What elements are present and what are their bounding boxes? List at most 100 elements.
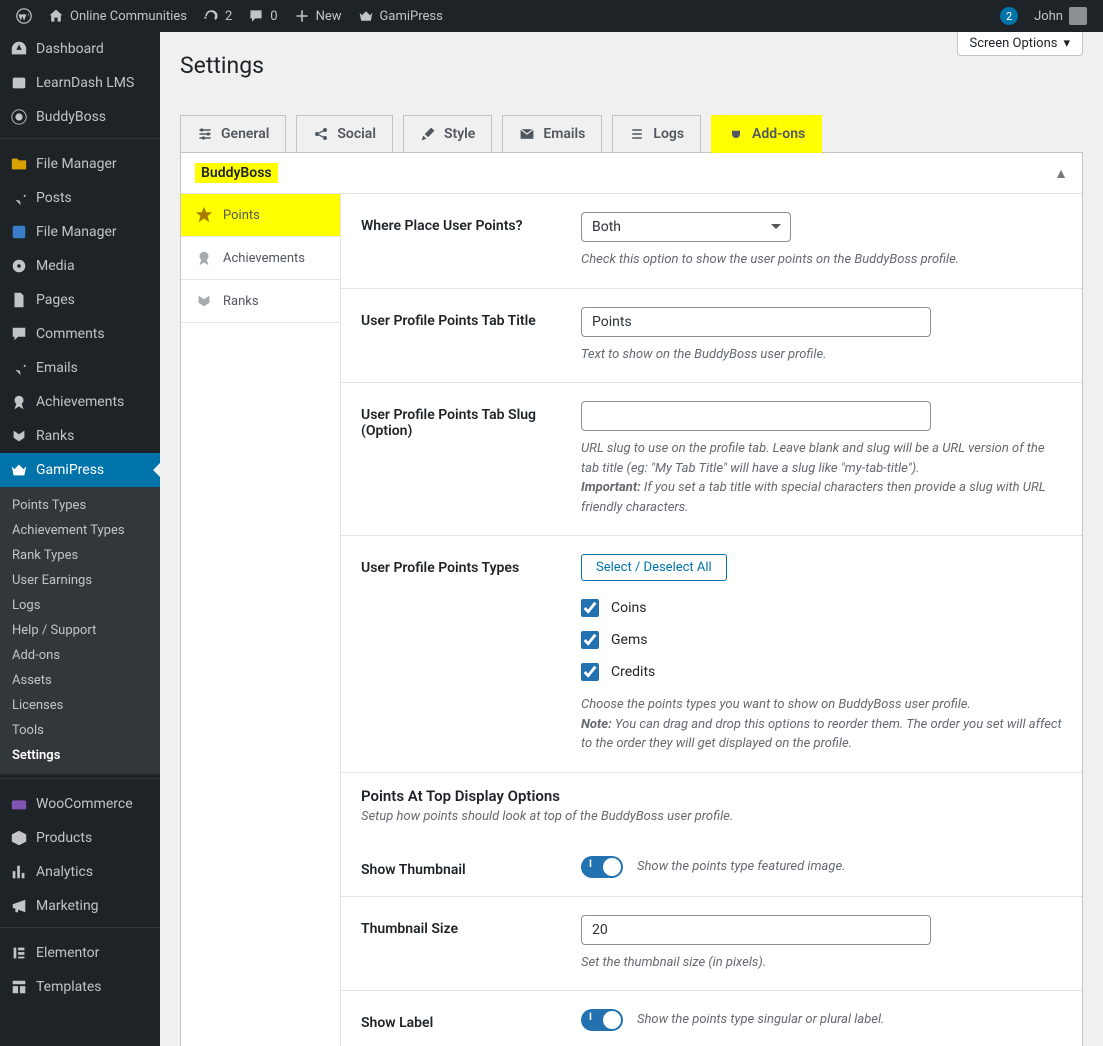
sliders-icon [197, 126, 213, 142]
select-deselect-all-button[interactable]: Select / Deselect All [581, 554, 727, 581]
star-icon [195, 206, 213, 224]
gamipress-link[interactable]: GamiPress [350, 0, 451, 32]
menu-emails[interactable]: Emails [0, 351, 160, 385]
input-thumbnail-size[interactable] [581, 915, 931, 945]
megaphone-icon [10, 897, 28, 915]
submenu-help[interactable]: Help / Support [0, 618, 160, 643]
submenu-achievement-types[interactable]: Achievement Types [0, 518, 160, 543]
pin-icon [10, 359, 28, 377]
checkbox-row-credits[interactable]: Credits [581, 663, 1062, 681]
input-tab-title[interactable] [581, 307, 931, 337]
brush-icon [420, 126, 436, 142]
share-icon [313, 126, 329, 142]
elementor-icon [10, 944, 28, 962]
wp-logo[interactable] [8, 0, 40, 32]
menu-media[interactable]: Media [0, 249, 160, 283]
submenu-logs[interactable]: Logs [0, 593, 160, 618]
collapse-icon: ▲ [1054, 165, 1068, 182]
page-title: Settings [180, 32, 1083, 95]
panel-title: BuddyBoss [195, 163, 278, 183]
submenu-addons[interactable]: Add-ons [0, 643, 160, 668]
updates-link[interactable]: 2 [195, 0, 240, 32]
home-icon [48, 8, 64, 24]
tab-social[interactable]: Social [296, 115, 393, 153]
label-tab-slug: User Profile Points Tab Slug (Option) [361, 401, 561, 517]
menu-woocommerce[interactable]: WooCommerce [0, 787, 160, 821]
settings-tabs: General Social Style Emails Logs Add-ons [180, 115, 1083, 153]
rank-icon [10, 427, 28, 445]
templates-icon [10, 978, 28, 996]
checkbox-coins[interactable] [581, 599, 599, 617]
menu-marketing[interactable]: Marketing [0, 889, 160, 923]
avatar [1069, 7, 1087, 25]
sidetab-achievements[interactable]: Achievements [181, 237, 340, 280]
submenu-points-types[interactable]: Points Types [0, 493, 160, 518]
desc-points-types: Choose the points types you want to show… [581, 695, 1062, 754]
menu-elementor[interactable]: Elementor [0, 936, 160, 970]
site-link[interactable]: Online Communities [40, 0, 195, 32]
menu-buddyboss[interactable]: BuddyBoss [0, 100, 160, 134]
checkbox-row-coins[interactable]: Coins [581, 599, 1062, 617]
menu-products[interactable]: Products [0, 821, 160, 855]
user-menu[interactable]: John [1026, 0, 1095, 32]
label-thumbnail-size: Thumbnail Size [361, 915, 561, 973]
pin-icon [10, 189, 28, 207]
medal-icon [10, 393, 28, 411]
toggle-show-thumbnail[interactable] [581, 856, 623, 878]
desc-tab-title: Text to show on the BuddyBoss user profi… [581, 345, 1062, 365]
gamipress-submenu: Points Types Achievement Types Rank Type… [0, 487, 160, 774]
menu-filemanager[interactable]: File Manager [0, 147, 160, 181]
tab-addons[interactable]: Add-ons [711, 115, 822, 153]
label-show-thumbnail: Show Thumbnail [361, 856, 561, 878]
main-content: Screen Options▾ Settings General Social … [160, 32, 1103, 1046]
learndash-icon [10, 74, 28, 92]
notifications[interactable]: 2 [992, 0, 1026, 32]
menu-learndash[interactable]: LearnDash LMS [0, 66, 160, 100]
sidetab-points[interactable]: Points [181, 194, 340, 237]
menu-gamipress[interactable]: GamiPress [0, 453, 160, 487]
panel-header[interactable]: BuddyBoss ▲ [181, 153, 1082, 194]
checkbox-gems[interactable] [581, 631, 599, 649]
submenu-rank-types[interactable]: Rank Types [0, 543, 160, 568]
chart-icon [10, 863, 28, 881]
tab-style[interactable]: Style [403, 115, 492, 153]
submenu-user-earnings[interactable]: User Earnings [0, 568, 160, 593]
side-tabs: Points Achievements Ranks [181, 194, 341, 1046]
plus-icon [294, 8, 310, 24]
menu-pages[interactable]: Pages [0, 283, 160, 317]
input-tab-slug[interactable] [581, 401, 931, 431]
screen-options-toggle[interactable]: Screen Options▾ [957, 32, 1084, 56]
menu-ranks[interactable]: Ranks [0, 419, 160, 453]
new-link[interactable]: New [286, 0, 350, 32]
fields-area: Where Place User Points? Both Check this… [341, 194, 1082, 1046]
desc-show-thumbnail: Show the points type featured image. [637, 857, 846, 877]
tab-general[interactable]: General [180, 115, 286, 153]
submenu-licenses[interactable]: Licenses [0, 693, 160, 718]
wordpress-icon [16, 8, 32, 24]
submenu-assets[interactable]: Assets [0, 668, 160, 693]
select-place-points[interactable]: Both [581, 212, 791, 242]
admin-bar: Online Communities 2 0 New GamiPress 2 J… [0, 0, 1103, 32]
menu-posts[interactable]: Posts [0, 181, 160, 215]
comments-link[interactable]: 0 [240, 0, 285, 32]
checkbox-row-gems[interactable]: Gems [581, 631, 1062, 649]
menu-comments[interactable]: Comments [0, 317, 160, 351]
toggle-show-label[interactable] [581, 1009, 623, 1031]
desc-place-points: Check this option to show the user point… [581, 250, 1062, 270]
menu-analytics[interactable]: Analytics [0, 855, 160, 889]
admin-sidebar: Dashboard LearnDash LMS BuddyBoss File M… [0, 32, 160, 1046]
media-icon [10, 257, 28, 275]
label-tab-title: User Profile Points Tab Title [361, 307, 561, 365]
dashboard-icon [10, 40, 28, 58]
menu-dashboard[interactable]: Dashboard [0, 32, 160, 66]
checkbox-credits[interactable] [581, 663, 599, 681]
crown-icon [10, 461, 28, 479]
tab-emails[interactable]: Emails [502, 115, 602, 153]
menu-achievements[interactable]: Achievements [0, 385, 160, 419]
sidetab-ranks[interactable]: Ranks [181, 280, 340, 323]
submenu-tools[interactable]: Tools [0, 718, 160, 743]
submenu-settings[interactable]: Settings [0, 743, 160, 768]
tab-logs[interactable]: Logs [612, 115, 701, 153]
menu-filemanager2[interactable]: File Manager [0, 215, 160, 249]
menu-templates[interactable]: Templates [0, 970, 160, 1004]
